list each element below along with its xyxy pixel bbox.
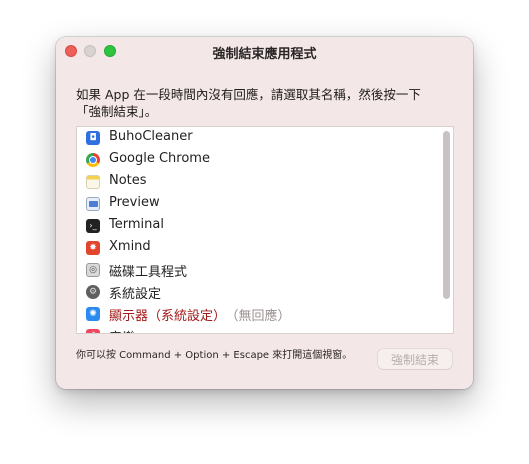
app-name: 顯示器（系統設定） （無回應） — [109, 305, 291, 324]
app-name: 音樂 — [109, 327, 135, 333]
app-row-music[interactable]: ♪ 音樂 — [77, 325, 437, 333]
terminal-icon: ›_ — [86, 219, 100, 233]
preview-icon — [86, 197, 100, 211]
app-name: BuhoCleaner — [109, 129, 193, 144]
list-scrollbar[interactable] — [443, 131, 450, 299]
disk-utility-icon: ◎ — [86, 263, 100, 277]
app-name-text: 顯示器（系統設定） — [109, 309, 227, 324]
xmind-icon: ✸ — [86, 241, 100, 255]
app-name: Google Chrome — [109, 151, 210, 166]
app-row-notes[interactable]: Notes — [77, 171, 437, 193]
app-row-xmind[interactable]: ✸ Xmind — [77, 237, 437, 259]
system-settings-icon: ⚙ — [86, 285, 100, 299]
app-row-preview[interactable]: Preview — [77, 193, 437, 215]
instructions-line-2: 「強制結束」。 — [76, 104, 158, 119]
shortcut-hint: 你可以按 Command + Option + Escape 來打開這個視窗。 — [76, 350, 353, 361]
display-icon: ✺ — [86, 307, 100, 321]
instructions: 如果 App 在一段時間內沒有回應，請選取其名稱，然後按一下 「強制結束」。 — [76, 86, 456, 120]
force-quit-button[interactable]: 強制結束 — [378, 349, 452, 369]
title-bar: 強制結束應用程式 — [56, 37, 473, 65]
buhocleaner-icon: ◘ — [86, 131, 100, 145]
force-quit-window: 強制結束應用程式 如果 App 在一段時間內沒有回應，請選取其名稱，然後按一下 … — [56, 37, 473, 389]
app-row-system-settings[interactable]: ⚙ 系統設定 — [77, 281, 437, 303]
app-name: Xmind — [109, 239, 151, 254]
app-row-terminal[interactable]: ›_ Terminal — [77, 215, 437, 237]
not-responding-status: （無回應） — [232, 309, 291, 324]
window-title: 強制結束應用程式 — [212, 47, 317, 62]
app-row-display-settings[interactable]: ✺ 顯示器（系統設定） （無回應） — [77, 303, 437, 325]
app-row-buhocleaner[interactable]: ◘ BuhoCleaner — [77, 127, 437, 149]
app-row-disk-utility[interactable]: ◎ 磁碟工具程式 — [77, 259, 437, 281]
instructions-line-1: 如果 App 在一段時間內沒有回應，請選取其名稱，然後按一下 — [76, 87, 421, 102]
notes-icon — [86, 175, 100, 189]
app-name: Notes — [109, 173, 147, 188]
music-icon: ♪ — [86, 329, 100, 333]
app-name: 磁碟工具程式 — [109, 265, 188, 280]
app-list[interactable]: ◘ BuhoCleaner Google Chrome Notes Previe… — [76, 126, 454, 334]
app-name: Terminal — [109, 217, 164, 232]
app-name: Preview — [109, 195, 160, 210]
app-name: 系統設定 — [109, 287, 162, 302]
chrome-icon — [86, 153, 100, 167]
app-row-google-chrome[interactable]: Google Chrome — [77, 149, 437, 171]
